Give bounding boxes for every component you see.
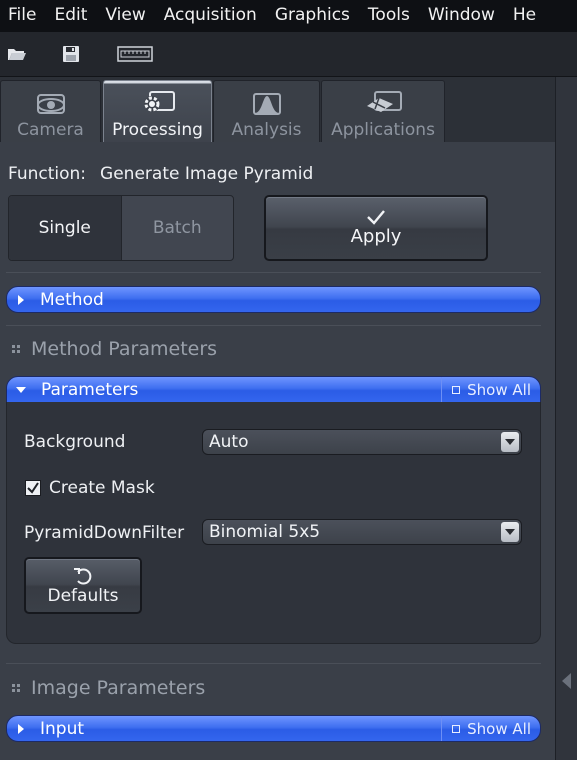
divider — [6, 663, 541, 664]
collapse-left-arrow-icon[interactable] — [562, 673, 571, 689]
tab-applications-label: Applications — [331, 120, 435, 140]
drag-grip-icon[interactable] — [12, 684, 20, 692]
parameters-label: Parameters — [41, 379, 139, 400]
input-label: Input — [40, 718, 85, 739]
tab-strip: Camera Processing Analysis Applications — [0, 77, 555, 144]
defaults-label: Defaults — [47, 585, 119, 606]
background-label: Background — [24, 432, 126, 452]
checkbox-icon — [452, 724, 461, 733]
checkmark-icon — [27, 482, 39, 494]
drag-grip-icon[interactable] — [12, 345, 20, 353]
function-label: Function: — [8, 164, 87, 184]
expand-arrow-icon — [18, 723, 24, 734]
tab-processing[interactable]: Processing — [103, 80, 212, 144]
method-parameters-title: Method Parameters — [12, 338, 217, 360]
divider — [6, 272, 541, 273]
apply-button[interactable]: Apply — [264, 195, 488, 261]
tab-processing-label: Processing — [112, 120, 203, 140]
expand-arrow-icon — [18, 294, 24, 305]
create-mask-label: Create Mask — [49, 478, 155, 498]
menu-window[interactable]: Window — [419, 0, 504, 32]
menu-view[interactable]: View — [96, 0, 154, 32]
input-section-header[interactable]: Input Show All — [6, 715, 541, 742]
show-all-label: Show All — [467, 380, 531, 399]
gear-icon — [140, 86, 176, 116]
create-mask-checkbox[interactable] — [25, 480, 41, 496]
method-section-header[interactable]: Method — [6, 286, 541, 313]
method-label: Method — [40, 289, 104, 310]
menu-bar: File Edit View Acquisition Graphics Tool… — [0, 0, 577, 32]
side-dock-strip — [555, 77, 577, 760]
toolbar — [0, 32, 577, 77]
save-icon[interactable] — [60, 40, 82, 68]
single-mode-button[interactable]: Single — [9, 196, 122, 260]
chevron-down-icon[interactable] — [501, 432, 519, 452]
method-parameters-label: Method Parameters — [31, 338, 218, 360]
reset-arrow-icon — [74, 567, 92, 584]
ruler-icon[interactable] — [116, 40, 154, 68]
parameters-section-header[interactable]: Parameters Show All — [6, 376, 541, 403]
tab-camera-label: Camera — [17, 120, 84, 140]
pyramid-down-filter-select[interactable]: Binomial 5x5 — [202, 519, 522, 545]
menu-file[interactable]: File — [0, 0, 45, 32]
background-value: Auto — [209, 432, 249, 452]
menu-edit[interactable]: Edit — [45, 0, 96, 32]
applications-icon — [363, 86, 403, 116]
function-row: Function: Generate Image Pyramid — [8, 164, 313, 184]
image-parameters-title: Image Parameters — [12, 677, 205, 699]
tab-applications[interactable]: Applications — [321, 80, 445, 142]
tab-camera[interactable]: Camera — [0, 80, 101, 142]
open-folder-icon[interactable] — [6, 40, 28, 68]
menu-graphics[interactable]: Graphics — [266, 0, 359, 32]
show-all-label: Show All — [467, 719, 531, 738]
show-all-toggle[interactable]: Show All — [441, 377, 540, 402]
chevron-down-icon[interactable] — [501, 522, 519, 542]
divider — [6, 325, 541, 326]
processing-panel: Function: Generate Image Pyramid Single B… — [0, 142, 555, 760]
apply-label: Apply — [350, 225, 402, 247]
checkbox-icon — [452, 385, 461, 394]
menu-help[interactable]: He — [504, 0, 545, 32]
batch-mode-button[interactable]: Batch — [122, 196, 234, 260]
background-select[interactable]: Auto — [202, 429, 522, 455]
menu-acquisition[interactable]: Acquisition — [155, 0, 266, 32]
pyramid-down-filter-value: Binomial 5x5 — [209, 522, 321, 542]
pyramid-down-filter-label: PyramidDownFilter — [24, 523, 185, 543]
mode-segmented-control: Single Batch — [8, 195, 234, 261]
defaults-button[interactable]: Defaults — [24, 557, 142, 614]
tab-analysis-label: Analysis — [231, 120, 302, 140]
image-parameters-label: Image Parameters — [31, 677, 206, 699]
function-value: Generate Image Pyramid — [100, 164, 314, 184]
camera-eye-icon — [34, 86, 68, 116]
checkmark-icon — [367, 209, 385, 225]
menu-tools[interactable]: Tools — [359, 0, 419, 32]
tab-analysis[interactable]: Analysis — [213, 80, 320, 142]
histogram-icon — [250, 86, 284, 116]
collapse-arrow-icon — [16, 386, 26, 393]
show-all-toggle[interactable]: Show All — [441, 716, 540, 741]
